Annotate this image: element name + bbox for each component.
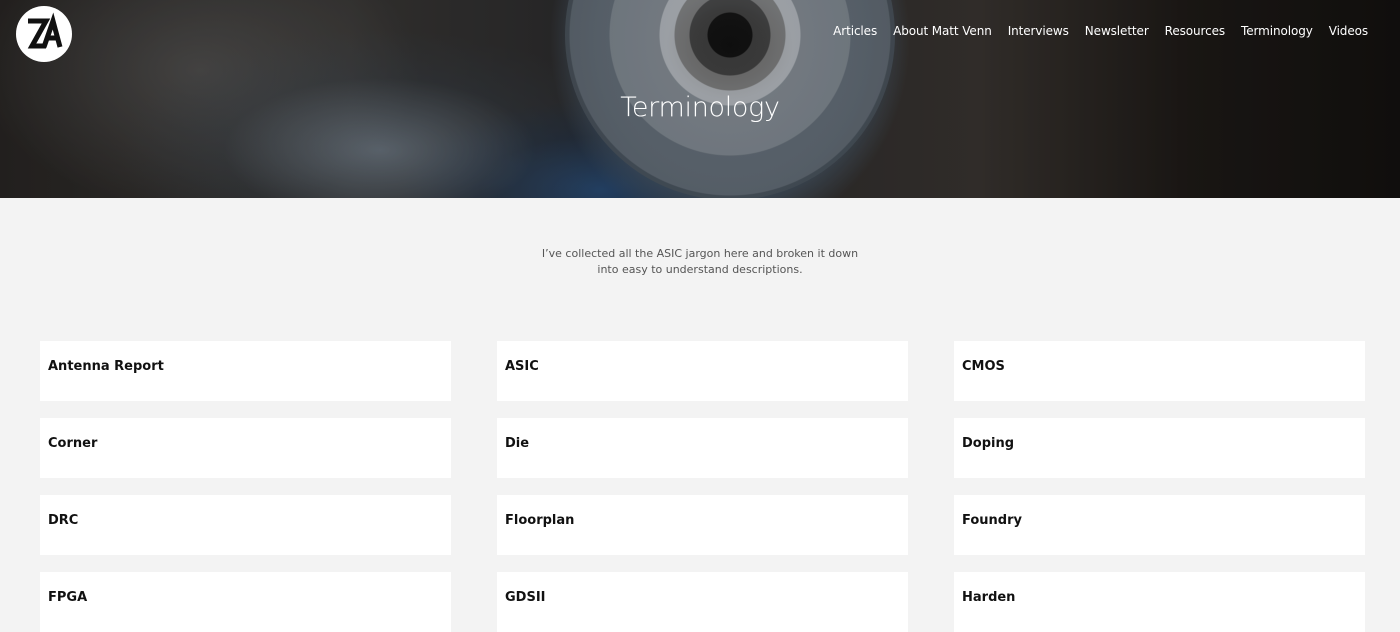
- nav-about-matt-venn[interactable]: About Matt Venn: [885, 22, 1000, 40]
- term-card-drc[interactable]: DRC: [40, 495, 451, 555]
- term-card-cmos[interactable]: CMOS: [954, 341, 1365, 401]
- term-card-die[interactable]: Die: [497, 418, 908, 478]
- term-card-asic[interactable]: ASIC: [497, 341, 908, 401]
- nav-articles[interactable]: Articles: [825, 22, 885, 40]
- term-card-foundry[interactable]: Foundry: [954, 495, 1365, 555]
- nav-terminology[interactable]: Terminology: [1233, 22, 1321, 40]
- nav-videos[interactable]: Videos: [1321, 22, 1368, 40]
- intro-line-1: I’ve collected all the ASIC jargon here …: [541, 247, 859, 260]
- term-card-gdsii[interactable]: GDSII: [497, 572, 908, 632]
- page-title: Terminology: [620, 92, 780, 123]
- term-card-fpga[interactable]: FPGA: [40, 572, 451, 632]
- term-card-harden[interactable]: Harden: [954, 572, 1365, 632]
- intro-line-2: into easy to understand descriptions.: [597, 263, 803, 276]
- term-card-corner[interactable]: Corner: [40, 418, 451, 478]
- nav-interviews[interactable]: Interviews: [1000, 22, 1077, 40]
- za-logo-icon[interactable]: [16, 6, 72, 62]
- term-card-doping[interactable]: Doping: [954, 418, 1365, 478]
- main-nav: Articles About Matt Venn Interviews News…: [825, 22, 1368, 40]
- nav-resources[interactable]: Resources: [1157, 22, 1233, 40]
- terms-grid: Antenna Report ASIC CMOS Corner Die Dopi…: [40, 341, 1365, 632]
- term-card-antenna-report[interactable]: Antenna Report: [40, 341, 451, 401]
- hero-header: Articles About Matt Venn Interviews News…: [0, 0, 1400, 198]
- nav-newsletter[interactable]: Newsletter: [1077, 22, 1157, 40]
- term-card-floorplan[interactable]: Floorplan: [497, 495, 908, 555]
- intro-text: I’ve collected all the ASIC jargon here …: [0, 246, 1400, 278]
